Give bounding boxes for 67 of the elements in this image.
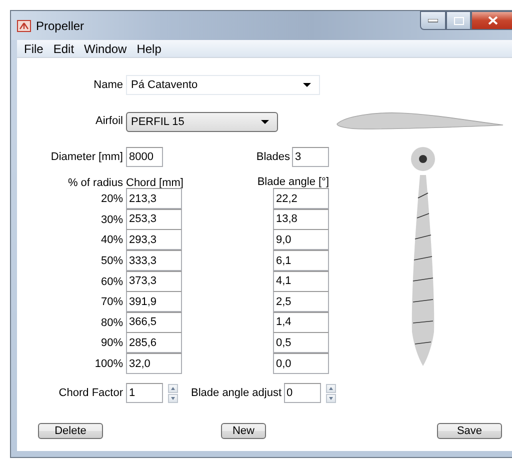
field-label: Airfoil [94,114,124,126]
input-field[interactable]: 1 [126,383,163,404]
field-label: 80% [100,316,124,329]
menu-item[interactable]: Window [79,42,132,56]
field-label: Name [92,79,124,91]
spin-up-button[interactable] [326,384,336,393]
field-label: 20% [100,193,124,206]
input-field[interactable]: 2,5 [273,291,329,312]
push-button[interactable]: Delete [38,423,103,440]
arrow-up-icon [171,386,175,390]
arrow-up-icon [328,386,333,390]
spin-down-button[interactable] [168,394,178,403]
window-title: Propeller [36,18,86,32]
input-field[interactable]: 366,5 [126,312,182,333]
input-field[interactable]: 8000 [126,147,163,167]
input-field[interactable]: 285,6 [126,332,182,354]
field-label: 60% [100,276,124,288]
input-field[interactable]: 22,2 [273,188,329,210]
field-label: Blades [256,151,291,163]
input-field[interactable]: 0,5 [273,332,329,354]
dropdown[interactable]: Pá Catavento [126,75,320,95]
maximize-button[interactable] [446,11,471,30]
column-header: % of radius [66,176,124,188]
caret-icon [303,83,311,87]
input-field[interactable]: 9,0 [273,229,329,250]
input-field[interactable]: 1,4 [273,312,329,333]
spin-down-button[interactable] [326,394,336,403]
push-button[interactable]: Save [437,423,502,440]
field-label: 50% [100,255,124,268]
menu-item[interactable]: Help [132,42,166,56]
input-field[interactable]: 6,1 [273,250,329,272]
minimize-icon [428,18,438,22]
input-field[interactable]: 13,8 [273,208,329,230]
push-button[interactable]: New [221,423,266,440]
input-field[interactable]: 0 [284,383,321,404]
input-field[interactable]: 32,0 [126,353,182,374]
dropdown[interactable]: PERFIL 15 [126,112,278,132]
menu-item[interactable]: Edit [48,42,80,56]
input-field[interactable]: 333,3 [126,250,182,272]
maximize-icon [454,16,464,24]
arrow-down-icon [171,396,175,400]
input-field[interactable]: 391,9 [126,291,182,312]
column-header: Blade angle [°] [257,176,329,189]
field-label: 100% [94,358,124,370]
field-label: 40% [100,234,124,246]
close-button[interactable] [471,11,512,30]
field-label: Diameter [mm] [50,151,124,163]
input-field[interactable]: 213,3 [126,188,182,210]
spin-up-button[interactable] [168,384,178,393]
close-icon [488,16,498,25]
app-icon [17,20,31,32]
field-label: Blade angle adjust [191,387,283,400]
menu-item[interactable]: File [19,42,48,56]
field-label: 90% [100,337,124,350]
arrow-down-icon [328,396,333,400]
minimize-button[interactable] [420,11,446,30]
input-field[interactable]: 0,0 [273,353,329,374]
column-header: Chord [mm] [126,176,184,188]
input-field[interactable]: 293,3 [126,229,182,250]
input-field[interactable]: 3 [292,147,329,167]
field-label: Chord Factor [58,387,124,400]
field-label: 70% [100,296,124,308]
input-field[interactable]: 373,3 [126,270,182,292]
field-label: 30% [100,214,124,226]
input-field[interactable]: 253,3 [126,208,182,230]
caret-icon [261,120,269,124]
input-field[interactable]: 4,1 [273,270,329,292]
